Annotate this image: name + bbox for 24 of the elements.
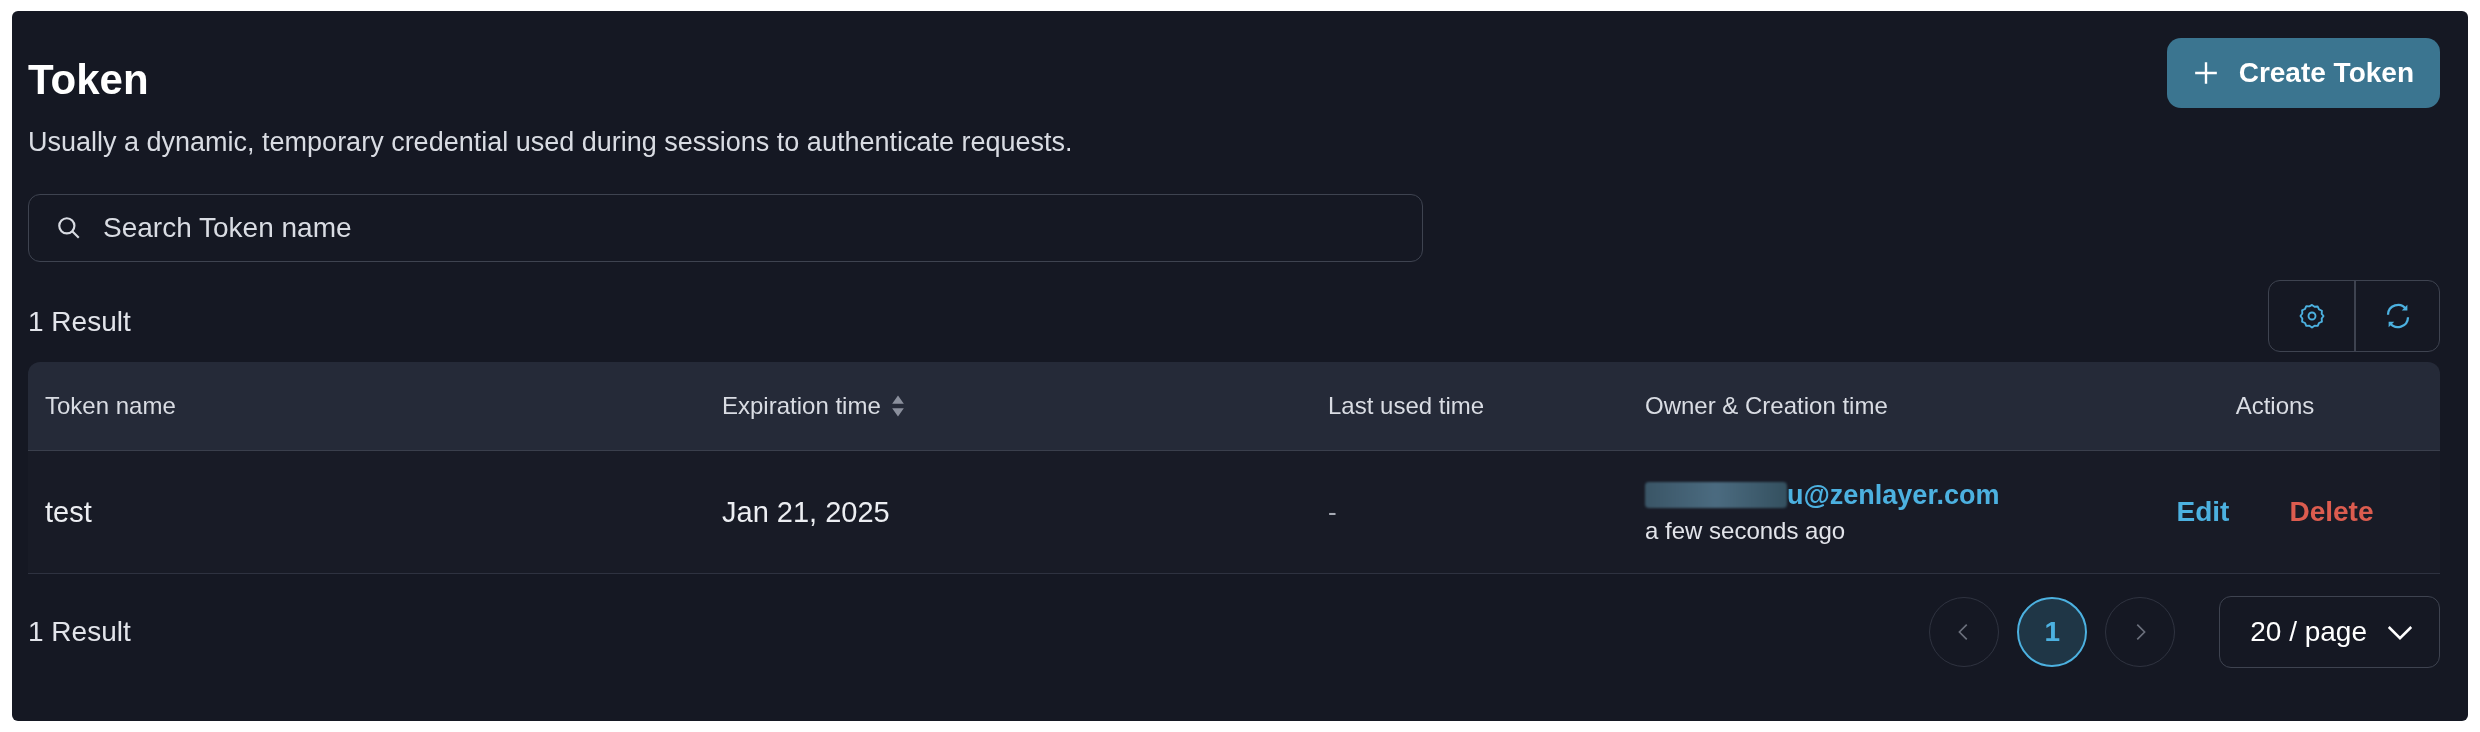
last-used-time: -	[1328, 496, 1337, 528]
column-header[interactable]: Expiration time	[722, 392, 881, 420]
result-count: 1 Result	[28, 616, 131, 648]
token-name: test	[45, 495, 92, 529]
create-token-button[interactable]: Create Token	[2166, 38, 2440, 108]
search-icon	[56, 215, 82, 241]
delete-link[interactable]: Delete	[2289, 496, 2374, 528]
page-title: Token	[28, 59, 150, 101]
page-description: Usually a dynamic, temporary credential used during sessions to authenticate requests.	[28, 127, 1073, 158]
page-button[interactable]: 1	[2017, 597, 2088, 667]
plus-icon	[2192, 60, 2219, 86]
page-size-select[interactable]: 20 / page	[2219, 596, 2440, 668]
sort-icon[interactable]	[890, 394, 905, 418]
expiration-date: Jan 21, 2025	[722, 495, 890, 529]
column-header: Owner & Creation time	[1645, 392, 1888, 420]
owner-email: u@zenlayer.com	[1787, 479, 2000, 511]
column-header: Actions	[2235, 392, 2315, 420]
creation-time: a few seconds ago	[1645, 516, 1846, 545]
settings-icon	[2297, 302, 2326, 330]
column-header: Last used time	[1328, 392, 1485, 420]
search-field[interactable]: Search Token name	[28, 194, 1423, 262]
result-count: 1 Result	[28, 306, 131, 339]
column-header: Token name	[45, 392, 176, 420]
edit-link[interactable]: Edit	[2176, 496, 2230, 528]
